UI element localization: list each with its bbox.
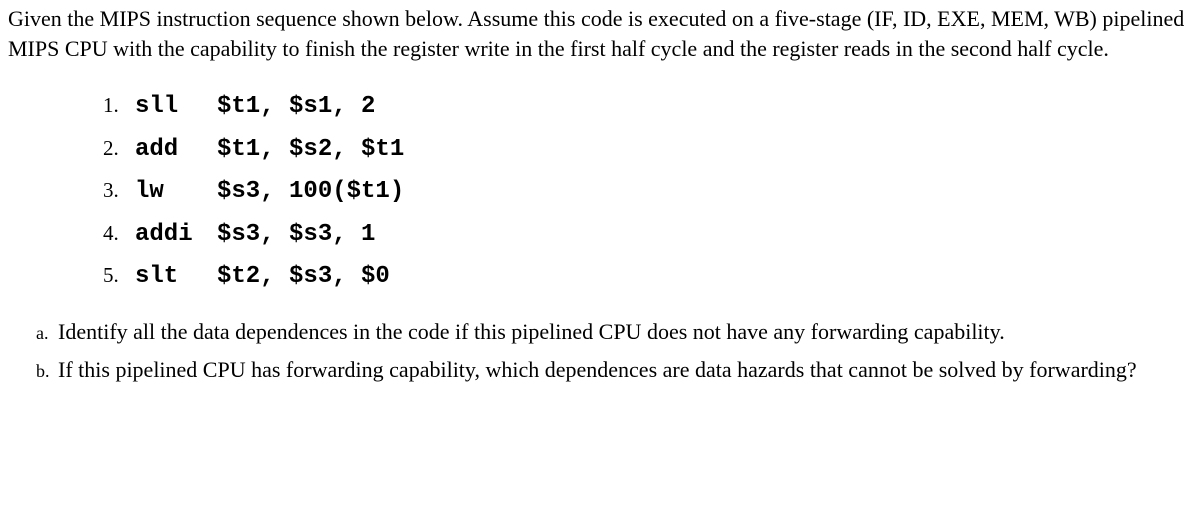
question-b: b. If this pipelined CPU has forwarding … — [36, 355, 1192, 385]
opcode: add — [135, 134, 217, 166]
operands: $s3, 100($t1) — [217, 176, 404, 208]
code-line-4: 4. addi $s3, $s3, 1 — [103, 219, 1192, 251]
line-number: 3. — [103, 176, 131, 204]
line-number: 5. — [103, 261, 131, 289]
opcode: addi — [135, 219, 217, 251]
question-letter: a. — [36, 321, 58, 345]
code-line-1: 1. sll $t1, $s1, 2 — [103, 91, 1192, 123]
line-number: 2. — [103, 134, 131, 162]
line-number: 1. — [103, 91, 131, 119]
code-line-5: 5. slt $t2, $s3, $0 — [103, 261, 1192, 293]
operands: $t1, $s2, $t1 — [217, 134, 404, 166]
question-letter: b. — [36, 359, 58, 383]
code-line-3: 3. lw $s3, 100($t1) — [103, 176, 1192, 208]
line-number: 4. — [103, 219, 131, 247]
operands: $s3, $s3, 1 — [217, 219, 375, 251]
question-text: Identify all the data dependences in the… — [58, 317, 1005, 347]
problem-intro: Given the MIPS instruction sequence show… — [8, 4, 1192, 63]
question-text: If this pipelined CPU has forwarding cap… — [58, 355, 1137, 385]
opcode: sll — [135, 91, 217, 123]
code-block: 1. sll $t1, $s1, 2 2. add $t1, $s2, $t1 … — [103, 91, 1192, 293]
code-line-2: 2. add $t1, $s2, $t1 — [103, 134, 1192, 166]
opcode: lw — [135, 176, 217, 208]
question-a: a. Identify all the data dependences in … — [36, 317, 1192, 347]
opcode: slt — [135, 261, 217, 293]
operands: $t1, $s1, 2 — [217, 91, 375, 123]
operands: $t2, $s3, $0 — [217, 261, 390, 293]
questions-list: a. Identify all the data dependences in … — [8, 317, 1192, 384]
